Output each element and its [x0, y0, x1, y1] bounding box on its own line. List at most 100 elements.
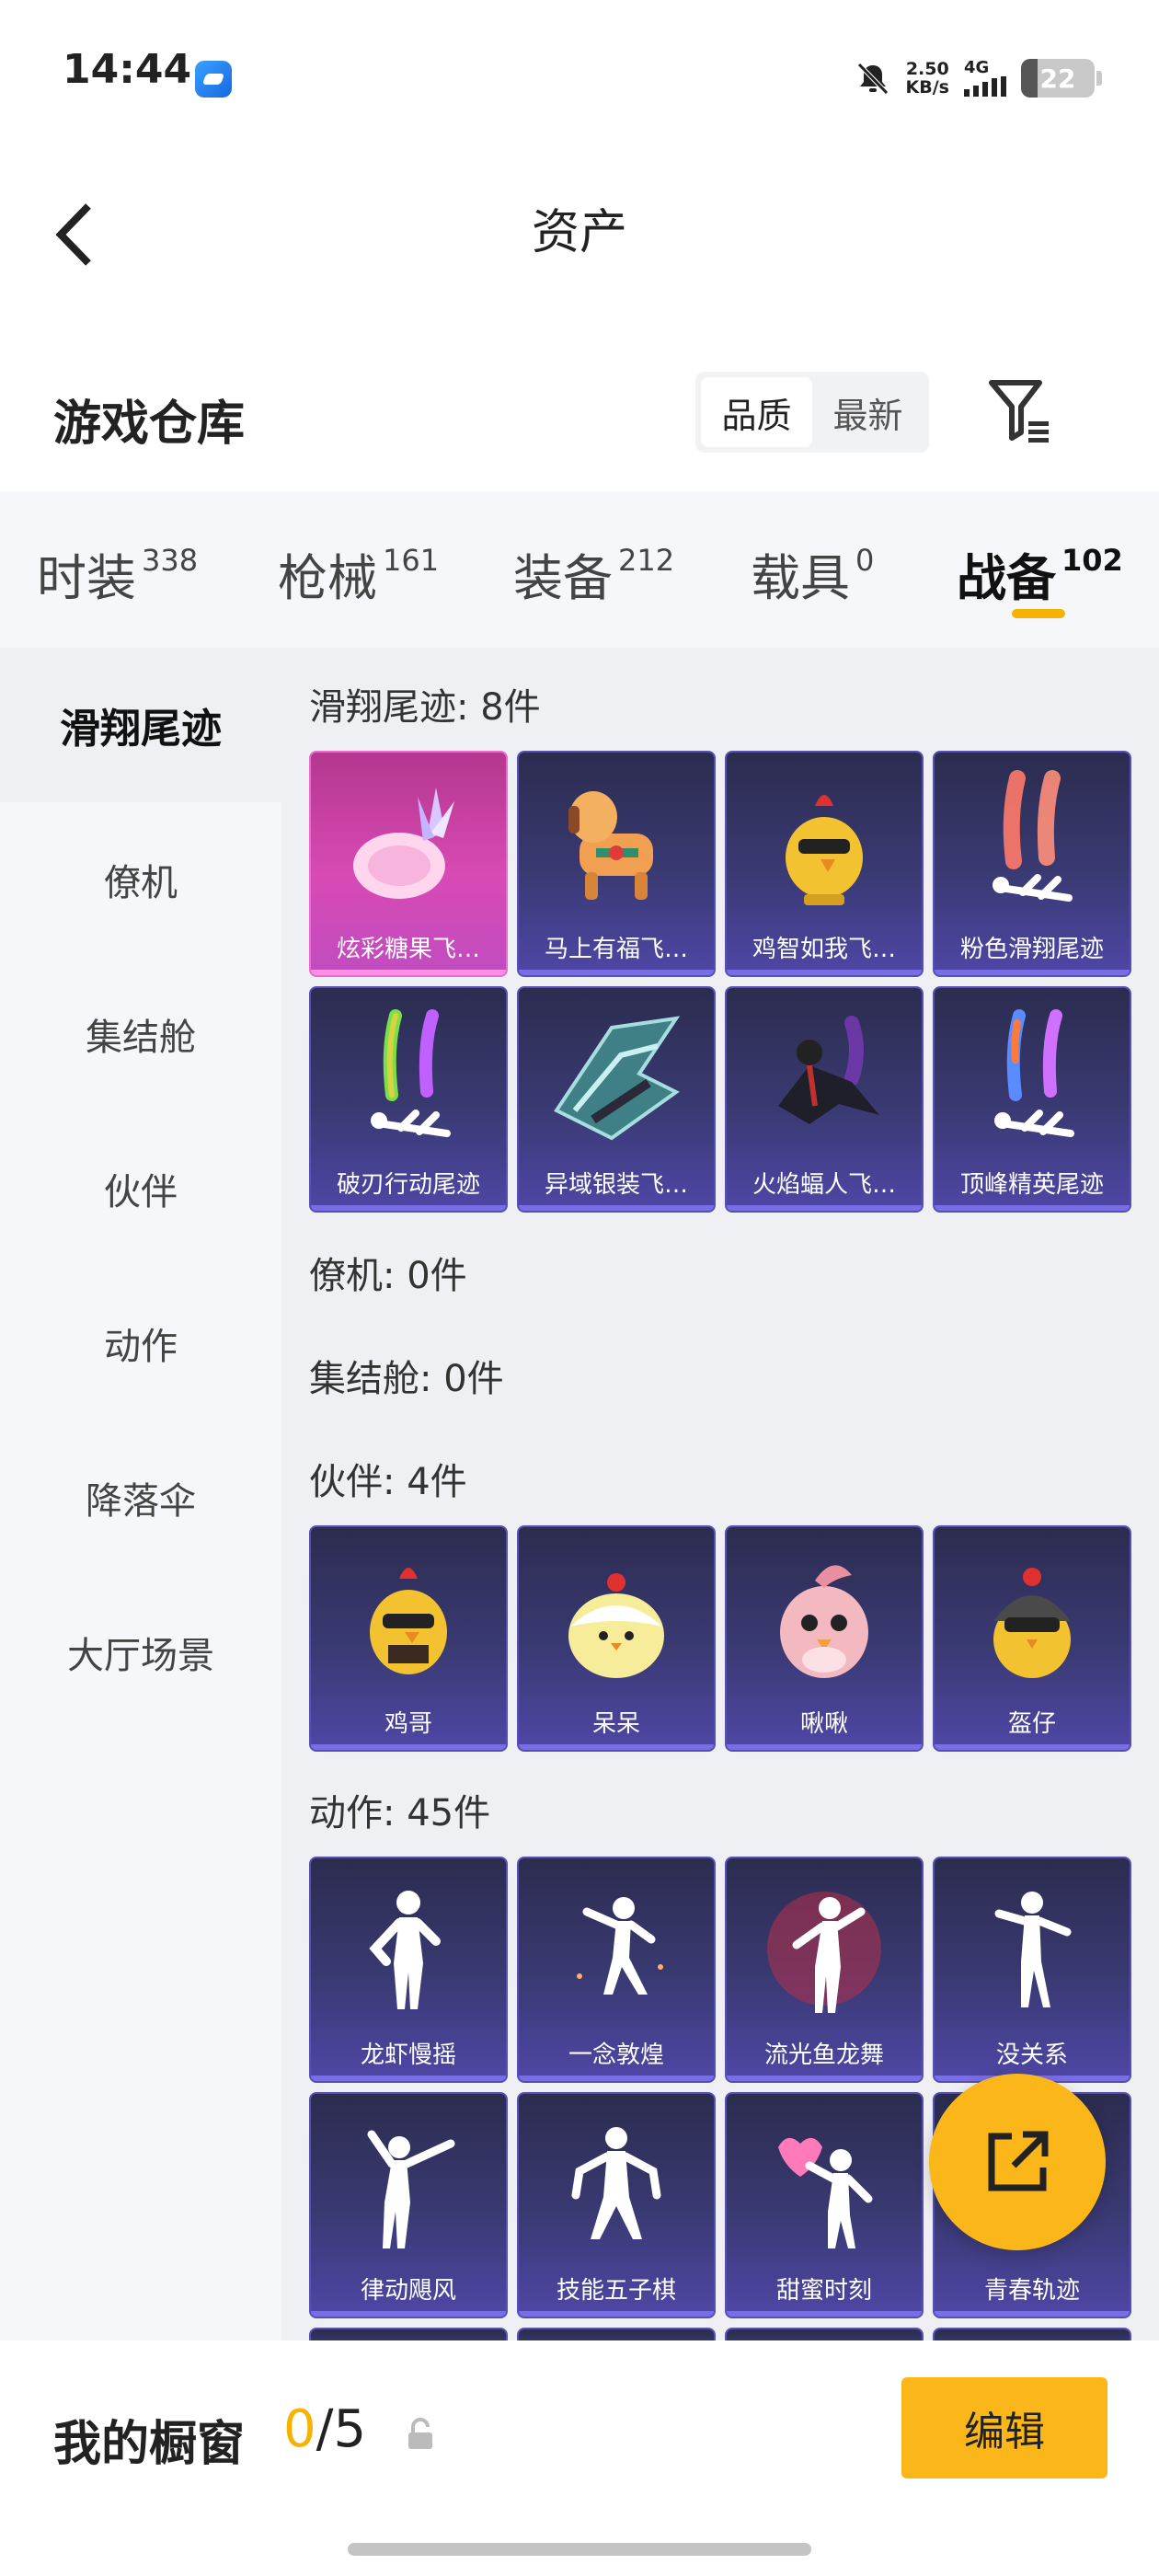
sort-toggle: 品质 最新 — [695, 372, 929, 453]
item-name: 一念敦煌 — [568, 2041, 664, 2069]
mute-bell-icon — [855, 60, 891, 97]
item-name: 啾啾 — [799, 1710, 848, 1738]
status-time: 14:44 — [63, 46, 192, 93]
item-card[interactable]: 盔仔 — [933, 1525, 1131, 1752]
filter-button[interactable] — [988, 377, 1052, 447]
item-name: 流光鱼龙舞 — [763, 2041, 884, 2069]
sidebar-item-parachute[interactable]: 降落伞 — [0, 1420, 281, 1575]
item-name: 青春轨迹 — [983, 2277, 1080, 2305]
item-card[interactable]: 没关系 — [933, 1857, 1131, 2083]
showcase-count: 0/5 — [283, 2399, 367, 2459]
item-name: 龙虾慢摇 — [360, 2041, 456, 2069]
horse-toy-icon — [519, 753, 714, 933]
status-indicators: 2.50 KB/s 4G 22 — [855, 53, 1102, 103]
item-card[interactable]: 破刃行动尾迹 — [309, 986, 508, 1213]
item-name: 粉色滑翔尾迹 — [959, 936, 1104, 963]
item-card[interactable]: 流光鱼龙舞 — [725, 1857, 924, 2083]
item-name: 异域银装飞… — [544, 1171, 688, 1199]
battery-level: 22 — [1039, 63, 1076, 94]
lock-icon — [405, 2416, 436, 2453]
item-card[interactable]: 一念敦煌 — [517, 1857, 716, 2083]
sidebar-item-pod[interactable]: 集结舱 — [0, 957, 281, 1111]
item-card[interactable]: 火焰蝠人飞… — [725, 986, 924, 1213]
item-name: 盔仔 — [1007, 1710, 1056, 1738]
app-notification-icon — [195, 61, 232, 98]
status-bar: 14:44 2.50 KB/s 4G 22 — [0, 0, 1159, 156]
page-title: 资产 — [531, 205, 627, 260]
item-card[interactable]: 马上有福飞… — [517, 751, 716, 977]
share-button[interactable] — [929, 2074, 1106, 2250]
wing-glider-icon — [519, 988, 714, 1168]
active-tab-indicator — [1012, 609, 1065, 618]
sort-option-quality[interactable]: 品质 — [701, 377, 812, 447]
signal-bars-icon — [964, 76, 1006, 97]
tab-weapons[interactable]: 枪械 161 — [278, 537, 439, 610]
item-name: 没关系 — [995, 2041, 1068, 2069]
candy-bag-icon — [311, 753, 506, 933]
section-label-emote: 动作: 45件 — [309, 1792, 491, 1834]
item-card[interactable]: 啾啾 — [725, 1525, 924, 1752]
showcase-label: 我的橱窗 — [53, 2417, 246, 2472]
item-name: 破刃行动尾迹 — [336, 1171, 480, 1199]
network-type: 4G — [964, 58, 990, 77]
bat-suit-icon — [727, 988, 922, 1168]
item-card[interactable]: 鸡智如我飞… — [725, 751, 924, 977]
item-name: 火焰蝠人飞… — [752, 1171, 896, 1199]
subcategory-sidebar: 滑翔尾迹 僚机 集结舱 伙伴 动作 降落伞 大厅场景 — [0, 648, 281, 2340]
dance-pose-icon — [311, 2094, 506, 2274]
item-card[interactable]: 律动飓风 — [309, 2092, 508, 2318]
tab-battle-prep[interactable]: 战备 102 — [957, 537, 1123, 610]
tab-fashion[interactable]: 时装 338 — [37, 537, 198, 610]
sidebar-item-emote[interactable]: 动作 — [0, 1266, 281, 1420]
chicken-sunglasses-icon — [311, 1527, 506, 1708]
item-name: 鸡智如我飞… — [752, 936, 896, 963]
item-name: 呆呆 — [591, 1710, 640, 1738]
share-export-icon — [988, 2131, 1049, 2191]
category-tabs: 时装 338 枪械 161 装备 212 载具 0 战备 102 — [0, 491, 1159, 648]
battery-icon: 22 — [1021, 59, 1102, 98]
heart-pose-icon — [727, 2094, 922, 2274]
filter-icon — [989, 380, 1049, 443]
signal-strength: 4G — [964, 60, 1006, 97]
edit-button[interactable]: 编辑 — [901, 2377, 1107, 2478]
chicken-icon — [727, 753, 922, 933]
dance-pose-icon — [519, 1858, 714, 2039]
item-card[interactable]: 技能五子棋 — [517, 2092, 716, 2318]
tab-equipment[interactable]: 装备 212 — [513, 537, 674, 610]
item-name: 甜蜜时刻 — [775, 2277, 872, 2305]
item-name: 马上有福飞… — [544, 936, 688, 963]
item-card[interactable]: 异域银装飞… — [517, 986, 716, 1213]
item-name: 鸡哥 — [384, 1710, 432, 1738]
dance-pose-icon — [519, 2094, 714, 2274]
item-card[interactable]: 甜蜜时刻 — [725, 2092, 924, 2318]
item-name: 炫彩糖果飞… — [336, 936, 480, 963]
sidebar-item-wingman[interactable]: 僚机 — [0, 802, 281, 957]
section-label-pod: 集结舱: 0件 — [309, 1358, 504, 1400]
tab-vehicles[interactable]: 载具 0 — [751, 537, 874, 610]
elite-trail-icon — [935, 988, 1130, 1168]
warehouse-title: 游戏仓库 — [53, 397, 246, 452]
dance-pose-icon — [311, 1858, 506, 2039]
item-name: 律动飓风 — [360, 2277, 456, 2305]
sidebar-item-partner[interactable]: 伙伴 — [0, 1111, 281, 1266]
page-header: 资产 — [0, 156, 1159, 294]
item-card[interactable]: 龙虾慢摇 — [309, 1857, 508, 2083]
item-card[interactable]: 炫彩糖果飞… — [309, 751, 508, 977]
dance-pose-icon — [727, 1858, 922, 2039]
item-card[interactable]: 粉色滑翔尾迹 — [933, 751, 1131, 977]
section-label-glide: 滑翔尾迹: 8件 — [309, 686, 541, 729]
sort-option-newest[interactable]: 最新 — [812, 377, 924, 447]
home-indicator[interactable] — [348, 2543, 811, 2556]
sidebar-item-lobby-scene[interactable]: 大厅场景 — [0, 1575, 281, 1730]
item-card[interactable]: 顶峰精英尾迹 — [933, 986, 1131, 1213]
pink-bird-icon — [727, 1527, 922, 1708]
item-card[interactable]: 鸡哥 — [309, 1525, 508, 1752]
item-card[interactable]: 呆呆 — [517, 1525, 716, 1752]
dance-pose-icon — [935, 1858, 1130, 2039]
sidebar-item-glide-trail[interactable]: 滑翔尾迹 — [0, 648, 281, 802]
pink-trail-icon — [935, 753, 1130, 933]
rainbow-trail-icon — [311, 988, 506, 1168]
item-name: 技能五子棋 — [556, 2277, 676, 2305]
section-label-partner: 伙伴: 4件 — [309, 1461, 467, 1503]
helmet-chick-icon — [935, 1527, 1130, 1708]
